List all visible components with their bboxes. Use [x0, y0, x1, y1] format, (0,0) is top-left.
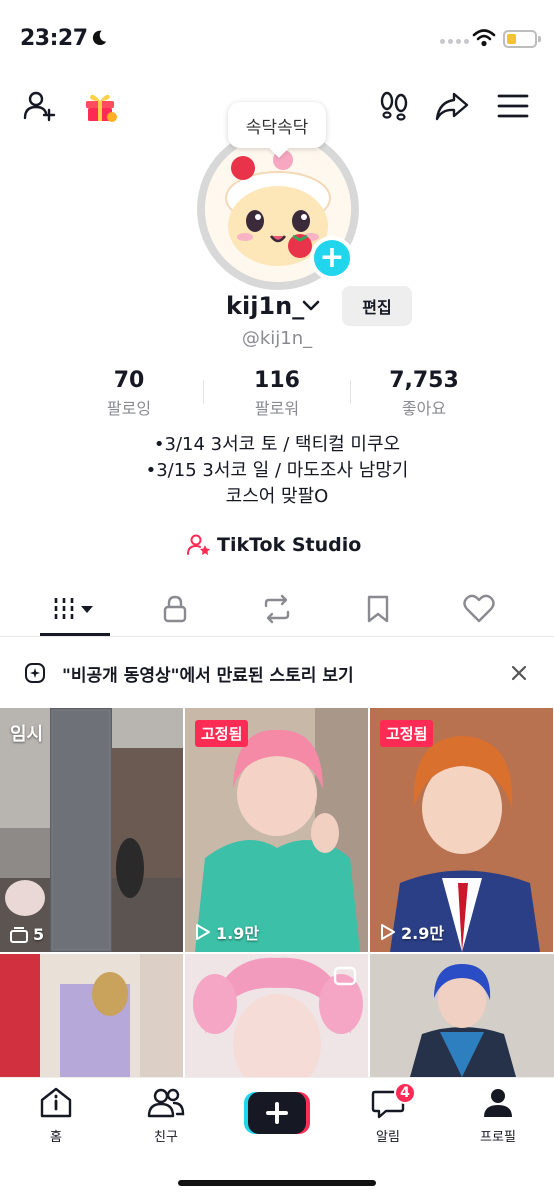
stat-following-value: 70	[113, 368, 145, 393]
home-icon	[40, 1087, 72, 1118]
nav-inbox[interactable]: 알림	[348, 1086, 428, 1145]
view-count: 1.9만	[195, 920, 259, 944]
username[interactable]: kij1n_	[226, 292, 304, 320]
expired-stories-banner[interactable]: "비공개 동영상"에서 만료된 스토리 보기	[0, 650, 554, 696]
home-indicator	[178, 1180, 376, 1186]
friends-icon	[147, 1088, 185, 1118]
nav-friends[interactable]: 친구	[126, 1086, 206, 1145]
banner-text: "비공개 동영상"에서 만료된 스토리 보기	[62, 666, 354, 686]
studio-label: TikTok Studio	[217, 534, 362, 556]
video-thumbnail[interactable]	[0, 954, 183, 1077]
bookmark-icon	[367, 595, 389, 623]
thumbnail-image	[0, 954, 183, 1077]
draft-label: 임시	[10, 724, 44, 745]
pinned-badge: 고정됨	[195, 720, 249, 747]
close-icon[interactable]	[506, 660, 532, 686]
studio-icon	[187, 534, 210, 555]
bio-line: 코스어 맞팔O	[225, 486, 329, 507]
add-friend-icon[interactable]	[22, 88, 58, 124]
bio: •3/14 3서코 토 / 택티컬 미쿠오 •3/15 3서코 일 / 마도조사…	[0, 432, 554, 510]
nav-profile-label: 프로필	[480, 1130, 516, 1145]
heart-icon	[463, 594, 495, 623]
nav-home-label: 홈	[50, 1130, 62, 1145]
gift-icon[interactable]	[82, 88, 118, 124]
nav-friends-label: 친구	[154, 1130, 178, 1145]
user-handle: @kij1n_	[241, 328, 313, 349]
video-thumbnail[interactable]: 고정됨 1.9만	[185, 708, 368, 952]
cellular-signal-icon	[440, 39, 469, 44]
view-count: 2.9만	[380, 920, 444, 944]
stat-likes-label: 좋아요	[401, 399, 447, 418]
stat-likes[interactable]: 7,753 좋아요	[349, 368, 499, 419]
bio-line: •3/15 3서코 일 / 마도조사 남망기	[145, 460, 409, 481]
video-thumbnail[interactable]	[370, 954, 554, 1077]
view-count-text: 5	[33, 925, 45, 944]
pinned-badge: 고정됨	[380, 720, 434, 747]
thumbnail-image	[370, 954, 554, 1077]
moon-icon	[92, 30, 107, 46]
active-tab-indicator	[40, 633, 110, 636]
play-icon	[196, 924, 210, 940]
tab-reposts[interactable]	[242, 583, 312, 635]
story-icon	[25, 663, 45, 683]
notification-badge: 4	[394, 1082, 416, 1104]
edit-profile-button[interactable]: 편집	[342, 286, 412, 326]
share-icon[interactable]	[434, 88, 470, 124]
content-tabs	[0, 583, 554, 637]
nav-inbox-label: 알림	[376, 1130, 400, 1145]
nav-profile[interactable]: 프로필	[458, 1086, 538, 1145]
tab-liked[interactable]	[444, 583, 514, 635]
wifi-icon	[472, 29, 496, 47]
repost-icon	[264, 594, 290, 624]
chevron-down-icon[interactable]	[302, 299, 320, 313]
profile-icon	[484, 1089, 512, 1117]
grid-icon	[54, 598, 93, 620]
bio-line: •3/14 3서코 토 / 택티컬 미쿠오	[153, 434, 401, 455]
video-thumbnail[interactable]	[185, 954, 368, 1077]
status-time: 23:27	[20, 26, 88, 51]
stat-followers-label: 팔로워	[254, 399, 300, 418]
view-count: 5	[10, 925, 44, 944]
stat-followers-value: 116	[254, 368, 300, 393]
tab-videos[interactable]	[40, 583, 110, 635]
create-button[interactable]	[244, 1092, 310, 1134]
tab-private[interactable]	[140, 583, 210, 635]
lock-icon	[163, 595, 187, 623]
view-count-text: 2.9만	[401, 924, 445, 943]
thumbnail-image	[185, 954, 368, 1077]
stat-following-label: 팔로잉	[106, 399, 152, 418]
video-thumbnail[interactable]: 임시 5	[0, 708, 183, 952]
stat-followers[interactable]: 116 팔로워	[202, 368, 352, 419]
note-bubble[interactable]: 속닥속닥	[228, 102, 326, 148]
battery-icon	[503, 30, 541, 48]
play-icon	[381, 924, 395, 940]
status-bar: 23:27	[0, 0, 554, 80]
view-count-text: 1.9만	[216, 924, 260, 943]
stat-following[interactable]: 70 팔로잉	[54, 368, 204, 419]
stat-likes-value: 7,753	[389, 368, 459, 393]
menu-icon[interactable]	[495, 88, 531, 124]
video-thumbnail[interactable]: 고정됨 2.9만	[370, 708, 553, 952]
add-story-button[interactable]: +	[310, 236, 354, 280]
footprints-icon[interactable]	[376, 88, 412, 124]
drafts-icon	[10, 926, 28, 943]
tiktok-studio-link[interactable]: TikTok Studio	[187, 532, 361, 558]
tab-saved[interactable]	[343, 583, 413, 635]
nav-home[interactable]: 홈	[16, 1086, 96, 1145]
